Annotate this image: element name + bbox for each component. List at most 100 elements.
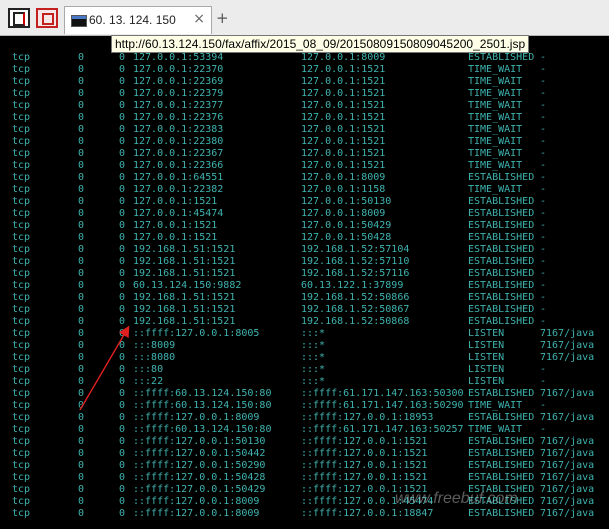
- col-send: 0: [119, 424, 126, 435]
- terminal-window-icon[interactable]: [8, 8, 30, 28]
- col-proto: tcp: [12, 160, 31, 171]
- col-local: 127.0.0.1:1521: [133, 232, 218, 243]
- col-pid: -: [540, 376, 547, 387]
- close-all-tabs-icon[interactable]: [36, 8, 58, 28]
- console-icon: [71, 15, 87, 27]
- col-send: 0: [119, 496, 126, 507]
- col-local: 127.0.0.1:22380: [133, 136, 224, 147]
- col-recv: 0: [78, 340, 85, 351]
- col-foreign: 127.0.0.1:8009: [301, 172, 386, 183]
- col-local: ::ffff:60.13.124.150:80: [133, 400, 272, 411]
- col-foreign: ::ffff:127.0.0.1:1521: [301, 436, 428, 447]
- col-foreign: 127.0.0.1:1521: [301, 124, 386, 135]
- col-state: TIME_WAIT: [468, 400, 523, 411]
- col-proto: tcp: [12, 280, 31, 291]
- col-recv: 0: [78, 160, 85, 171]
- col-state: ESTABLISHED: [468, 232, 535, 243]
- col-pid: -: [540, 76, 547, 87]
- col-pid: -: [540, 304, 547, 315]
- col-foreign: 127.0.0.1:1521: [301, 76, 386, 87]
- col-foreign: ::ffff:127.0.0.1:1521: [301, 472, 428, 483]
- new-tab-button[interactable]: +: [216, 9, 229, 27]
- terminal-output[interactable]: tcp 0 0 127.0.0.1:53394 127.0.0.1:8009 ESTABL…: [8, 52, 609, 529]
- col-send: 0: [119, 268, 126, 279]
- col-proto: tcp: [12, 268, 31, 279]
- col-proto: tcp: [12, 316, 31, 327]
- tab-session[interactable]: 60. 13. 124. 150 ×: [64, 6, 212, 34]
- col-recv: 0: [78, 460, 85, 471]
- col-foreign: 127.0.0.1:50429: [301, 220, 392, 231]
- col-state: ESTABLISHED: [468, 304, 535, 315]
- col-pid: 7167/java: [540, 484, 595, 495]
- col-send: 0: [119, 112, 126, 123]
- col-pid: 7167/java: [540, 388, 595, 399]
- col-pid: 7167/java: [540, 472, 595, 483]
- col-pid: -: [540, 88, 547, 99]
- col-recv: 0: [78, 268, 85, 279]
- col-send: 0: [119, 352, 126, 363]
- col-recv: 0: [78, 124, 85, 135]
- col-recv: 0: [78, 220, 85, 231]
- col-recv: 0: [78, 508, 85, 519]
- col-foreign: :::*: [301, 340, 326, 351]
- col-proto: tcp: [12, 52, 31, 63]
- col-local: :::8009: [133, 340, 176, 351]
- col-local: ::ffff:127.0.0.1:8005: [133, 328, 260, 339]
- col-foreign: 127.0.0.1:1521: [301, 100, 386, 111]
- col-pid: -: [540, 268, 547, 279]
- col-state: ESTABLISHED: [468, 220, 535, 231]
- col-local: 127.0.0.1:64551: [133, 172, 224, 183]
- col-pid: -: [540, 196, 547, 207]
- col-proto: tcp: [12, 484, 31, 495]
- col-state: ESTABLISHED: [468, 256, 535, 267]
- col-recv: 0: [78, 424, 85, 435]
- col-pid: -: [540, 184, 547, 195]
- col-send: 0: [119, 316, 126, 327]
- col-foreign: ::ffff:127.0.0.1:1521: [301, 460, 428, 471]
- col-pid: 7167/java: [540, 448, 595, 459]
- col-state: LISTEN: [468, 364, 505, 375]
- col-local: 192.168.1.51:1521: [133, 292, 236, 303]
- col-send: 0: [119, 388, 126, 399]
- col-state: ESTABLISHED: [468, 196, 535, 207]
- col-recv: 0: [78, 352, 85, 363]
- col-state: TIME_WAIT: [468, 424, 523, 435]
- col-foreign: 127.0.0.1:50130: [301, 196, 392, 207]
- col-pid: -: [540, 124, 547, 135]
- col-send: 0: [119, 256, 126, 267]
- col-proto: tcp: [12, 136, 31, 147]
- col-pid: -: [540, 112, 547, 123]
- col-state: ESTABLISHED: [468, 280, 535, 291]
- col-foreign: 192.168.1.52:50866: [301, 292, 410, 303]
- tab-close-button[interactable]: ×: [193, 11, 205, 27]
- col-foreign: 127.0.0.1:1158: [301, 184, 386, 195]
- col-state: TIME_WAIT: [468, 136, 523, 147]
- col-foreign: 127.0.0.1:8009: [301, 52, 386, 63]
- col-state: TIME_WAIT: [468, 76, 523, 87]
- col-local: :::80: [133, 364, 164, 375]
- col-send: 0: [119, 400, 126, 411]
- col-local: 127.0.0.1:1521: [133, 196, 218, 207]
- col-proto: tcp: [12, 328, 31, 339]
- col-pid: -: [540, 100, 547, 111]
- col-pid: 7167/java: [540, 460, 595, 471]
- col-pid: -: [540, 172, 547, 183]
- col-foreign: ::ffff:127.0.0.1:18953: [301, 412, 434, 423]
- col-foreign: 127.0.0.1:8009: [301, 208, 386, 219]
- col-pid: 7167/java: [540, 436, 595, 447]
- col-proto: tcp: [12, 508, 31, 519]
- col-send: 0: [119, 148, 126, 159]
- col-foreign: ::ffff:61.171.147.163:50257: [301, 424, 464, 435]
- col-recv: 0: [78, 472, 85, 483]
- col-pid: -: [540, 232, 547, 243]
- col-state: TIME_WAIT: [468, 184, 523, 195]
- col-state: TIME_WAIT: [468, 64, 523, 75]
- col-recv: 0: [78, 496, 85, 507]
- col-proto: tcp: [12, 400, 31, 411]
- col-pid: 7167/java: [540, 340, 595, 351]
- col-send: 0: [119, 244, 126, 255]
- col-local: 192.168.1.51:1521: [133, 316, 236, 327]
- col-state: ESTABLISHED: [468, 460, 535, 471]
- col-pid: -: [540, 160, 547, 171]
- col-proto: tcp: [12, 256, 31, 267]
